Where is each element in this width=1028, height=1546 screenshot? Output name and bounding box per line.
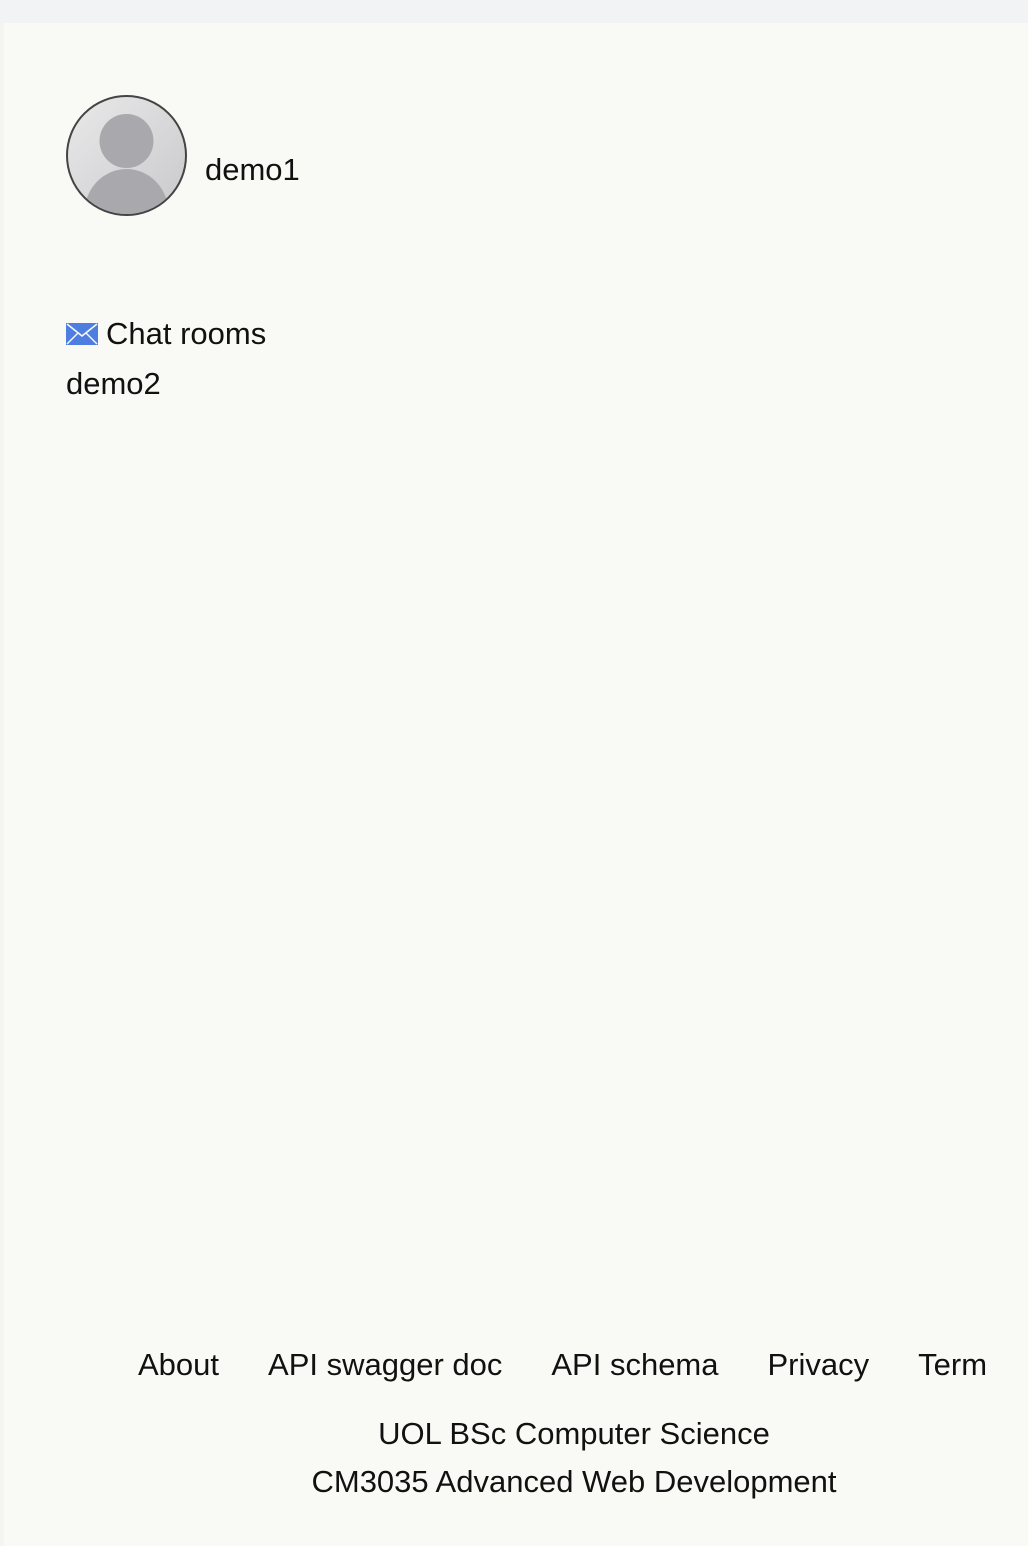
chat-rooms-heading[interactable]: Chat rooms: [66, 314, 266, 354]
footer-link-api-schema[interactable]: API schema: [551, 1343, 718, 1387]
footer-credits: UOL BSc Computer Science CM3035 Advanced…: [0, 1410, 1028, 1506]
username[interactable]: demo1: [205, 152, 300, 188]
person-silhouette-icon: [84, 114, 169, 214]
browser-top-strip: [0, 0, 1028, 23]
chat-rooms-section: Chat rooms demo2: [66, 314, 266, 402]
user-profile: demo1: [66, 95, 300, 216]
page-left-edge: [0, 23, 4, 1546]
footer-link-about[interactable]: About: [138, 1343, 219, 1387]
envelope-icon: [66, 323, 98, 345]
footer-module-line: CM3035 Advanced Web Development: [311, 1464, 837, 1499]
footer-course-line: UOL BSc Computer Science: [378, 1416, 770, 1451]
footer-nav: About API swagger doc API schema Privacy…: [0, 1343, 1028, 1387]
footer: About API swagger doc API schema Privacy…: [0, 1343, 1028, 1506]
footer-link-term[interactable]: Term: [918, 1343, 987, 1387]
avatar[interactable]: [66, 95, 187, 216]
chat-rooms-label: Chat rooms: [106, 316, 267, 351]
chat-room-item[interactable]: demo2: [66, 366, 266, 402]
footer-link-api-swagger-doc[interactable]: API swagger doc: [268, 1343, 502, 1387]
chat-room-list: demo2: [66, 366, 266, 402]
footer-link-privacy[interactable]: Privacy: [768, 1343, 870, 1387]
